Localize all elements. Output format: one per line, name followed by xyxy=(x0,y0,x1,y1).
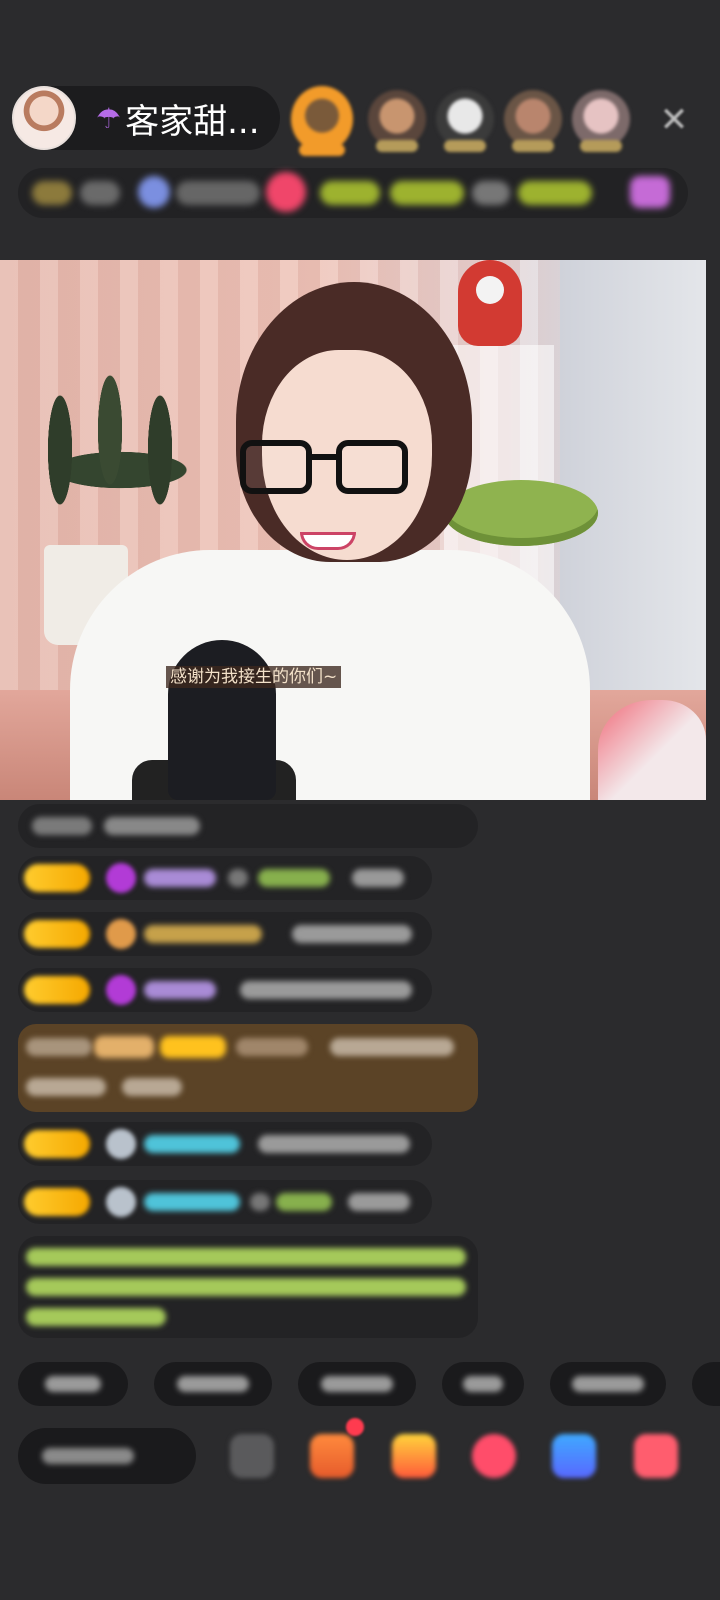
chat-input[interactable] xyxy=(18,1428,196,1484)
umbrella-icon: ☂ xyxy=(96,101,122,135)
chat-message[interactable] xyxy=(18,804,478,848)
quick-reply-chip[interactable] xyxy=(298,1362,416,1406)
gift-icon[interactable] xyxy=(392,1434,436,1478)
quick-reply-chip[interactable] xyxy=(692,1362,720,1406)
host-name[interactable]: ☂ 客家甜... xyxy=(96,100,280,137)
viewer-avatar[interactable] xyxy=(504,90,562,152)
tag-chip xyxy=(390,181,464,205)
red-mascot-doll xyxy=(458,260,522,346)
hot-icon[interactable] xyxy=(266,172,306,212)
level-chip xyxy=(32,181,72,205)
viewer-avatar[interactable] xyxy=(291,86,353,156)
more-icon[interactable] xyxy=(634,1434,678,1478)
lily-pad-decoration xyxy=(444,480,598,546)
chat-message[interactable] xyxy=(18,1122,432,1166)
notification-dot xyxy=(346,1418,364,1436)
activity-icon[interactable] xyxy=(630,176,670,208)
viewer-avatar[interactable] xyxy=(572,90,630,152)
chat-message-highlight[interactable] xyxy=(18,1024,478,1112)
gift-box-icon[interactable] xyxy=(310,1434,354,1478)
tag-chip xyxy=(472,181,510,205)
chat-message[interactable] xyxy=(18,968,432,1012)
video-subtitle: 感谢为我接生的你们~ xyxy=(166,666,342,688)
microphone xyxy=(168,640,276,800)
quick-reply-chip[interactable] xyxy=(442,1362,524,1406)
plant xyxy=(0,340,240,560)
viewer-avatar[interactable] xyxy=(436,90,494,152)
chat-message[interactable] xyxy=(18,856,432,900)
tag-chip xyxy=(518,181,592,205)
close-icon[interactable]: ✕ xyxy=(654,100,694,140)
fan-club-icon[interactable] xyxy=(138,176,170,208)
pillow xyxy=(598,700,706,800)
host-name-text: 客家甜... xyxy=(125,101,260,137)
heart-gift-icon[interactable] xyxy=(472,1434,516,1478)
info-chip xyxy=(176,181,260,205)
live-video[interactable] xyxy=(0,260,706,800)
host-avatar[interactable] xyxy=(12,86,76,150)
game-icon[interactable] xyxy=(552,1434,596,1478)
info-chip xyxy=(80,181,120,205)
system-notice xyxy=(18,1236,478,1338)
quick-reply-chip[interactable] xyxy=(154,1362,272,1406)
chat-message[interactable] xyxy=(18,1180,432,1224)
quick-reply-chip[interactable] xyxy=(550,1362,666,1406)
chat-message[interactable] xyxy=(18,912,432,956)
viewer-avatar[interactable] xyxy=(368,90,426,152)
quick-reply-chip[interactable] xyxy=(18,1362,128,1406)
glasses xyxy=(240,440,410,496)
tag-chip xyxy=(320,181,380,205)
emoji-icon[interactable] xyxy=(230,1434,274,1478)
